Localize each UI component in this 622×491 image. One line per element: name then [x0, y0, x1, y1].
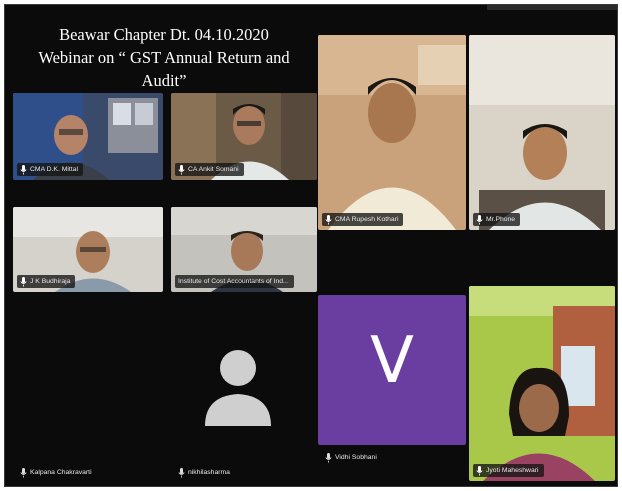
participant-name: CA Ankit Somani: [188, 166, 239, 173]
microphone-icon: [325, 452, 332, 463]
video-tile-dk-mittal[interactable]: CMA D.K. Mittal: [13, 93, 163, 180]
window-top-bar: [487, 5, 617, 10]
participant-name: Kalpana Chakravarti: [30, 469, 92, 476]
participant-name-label: Vidhi Sobhani: [322, 451, 382, 464]
participant-name: nikhilasharma: [188, 469, 230, 476]
video-tile-nikhilasharma[interactable]: nikhilasharma: [171, 298, 317, 483]
participant-name: CMA Rupesh Kothari: [335, 216, 399, 223]
video-tile-jk-budhiraja[interactable]: J K Budhiraja: [13, 207, 163, 292]
participant-name-label: CA Ankit Somani: [175, 163, 244, 176]
participant-name: Vidhi Sobhani: [335, 454, 377, 461]
video-tile-rupesh-kothari[interactable]: CMA Rupesh Kothari: [318, 35, 466, 230]
participant-name: Mr.Phone: [486, 216, 516, 223]
microphone-icon: [325, 214, 332, 225]
video-tile-ankit-somani[interactable]: CA Ankit Somani: [171, 93, 317, 180]
microphone-icon: [178, 467, 185, 478]
video-tile-vidhi-sobhani[interactable]: V: [318, 295, 466, 445]
video-tile-mr-phone[interactable]: Mr.Phone: [469, 35, 615, 230]
person-silhouette-icon: [205, 350, 271, 426]
participant-name: Jyoti Maheshwari: [486, 467, 539, 474]
participant-name-label: CMA D.K. Mittal: [17, 163, 83, 176]
banner-line-2: Webinar on “ GST Annual Return and Audit…: [38, 48, 290, 90]
participant-video: [469, 35, 615, 230]
participant-name-label: Jyoti Maheshwari: [473, 464, 544, 477]
microphone-icon: [178, 164, 185, 175]
participant-video: [469, 286, 615, 481]
participant-name-label: Mr.Phone: [473, 213, 521, 226]
participant-name-label: nikhilasharma: [175, 466, 235, 479]
participant-name: Institute of Cost Accountants of Ind...: [178, 278, 289, 285]
video-tile-institute[interactable]: Institute of Cost Accountants of Ind...: [171, 207, 317, 292]
participant-video: [318, 35, 466, 230]
microphone-icon: [20, 164, 27, 175]
participant-name: J K Budhiraja: [30, 278, 71, 285]
microphone-icon: [476, 465, 483, 476]
participant-name-label: J K Budhiraja: [17, 275, 76, 288]
microphone-icon: [20, 467, 27, 478]
microphone-icon: [476, 214, 483, 225]
participant-name-label: CMA Rupesh Kothari: [322, 213, 404, 226]
meeting-banner: Beawar Chapter Dt. 04.10.2020 Webinar on…: [15, 23, 313, 92]
video-tile-kalpana-chakravarti[interactable]: Kalpana Chakravarti: [13, 298, 163, 483]
avatar-letter: V: [370, 324, 414, 398]
video-tile-jyoti-maheshwari[interactable]: Jyoti Maheshwari: [469, 286, 615, 481]
participant-name-label: Institute of Cost Accountants of Ind...: [175, 275, 294, 288]
banner-line-1: Beawar Chapter Dt. 04.10.2020: [59, 25, 269, 44]
zoom-gallery-view: Beawar Chapter Dt. 04.10.2020 Webinar on…: [4, 4, 618, 487]
microphone-icon: [20, 276, 27, 287]
participant-name: CMA D.K. Mittal: [30, 166, 78, 173]
participant-name-label: Kalpana Chakravarti: [17, 466, 97, 479]
